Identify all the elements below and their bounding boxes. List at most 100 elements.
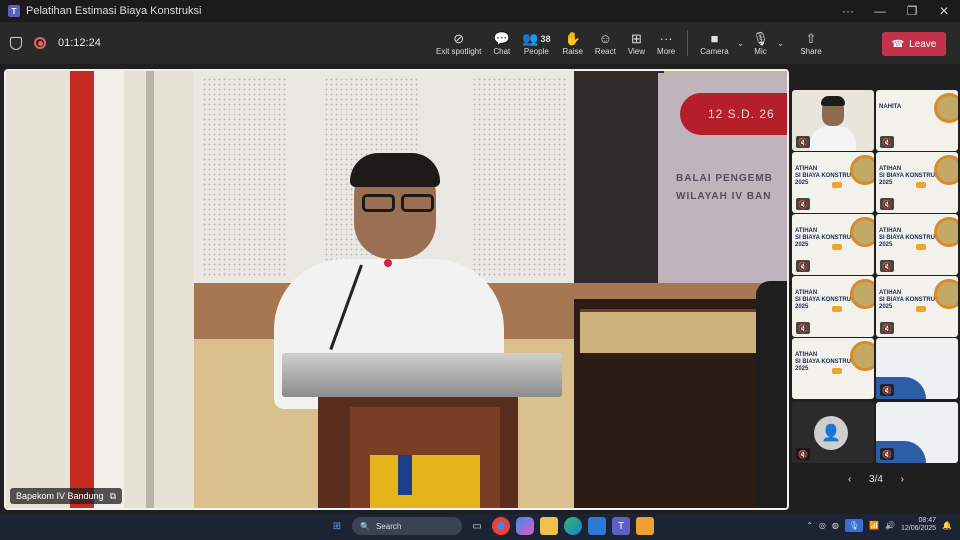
people-button[interactable]: 👥 38 People (516, 22, 556, 64)
search-icon: 🔍 (360, 521, 370, 531)
mic-off-icon: 🔇 (796, 198, 810, 210)
file-explorer-icon[interactable] (540, 517, 558, 535)
participant-tile[interactable]: ATIHAN SI BIAYA KONSTRUKSI 2025 🔇 (792, 276, 874, 337)
exit-spotlight-button[interactable]: ⊘ Exit spotlight (430, 22, 487, 64)
participant-tile[interactable]: ATIHAN SI BIAYA KONSTRUKSI 2025 🔇 (876, 152, 958, 213)
raise-hand-button[interactable]: ✋ Raise (556, 22, 588, 64)
speaker-name: Bapekom IV Bandung (16, 491, 104, 501)
window-title: Pelatihan Estimasi Biaya Konstruksi (26, 5, 202, 17)
speaker-video-feed: 12 S.D. 26 BALAI PENGEMB WILAYAH IV BAN (6, 71, 787, 508)
participant-tile[interactable]: 👤 🔇 (792, 402, 874, 463)
banner-line-2: WILAYAH IV BAN (676, 191, 772, 202)
raise-label: Raise (562, 46, 583, 56)
microphone-icon: 🎙 (752, 30, 769, 46)
tray-app-icon[interactable]: ◎ (819, 521, 826, 530)
window-titlebar: T Pelatihan Estimasi Biaya Konstruksi ··… (0, 0, 960, 22)
minimize-button[interactable]: — (864, 0, 896, 22)
mic-off-icon: 🔇 (880, 322, 894, 334)
taskbar-clock[interactable]: 08:47 12/06/2025 (901, 517, 936, 533)
flag-white-stripe (94, 71, 124, 508)
task-view-icon[interactable]: ▭ (468, 517, 486, 535)
teams-taskbar-icon[interactable]: T (612, 517, 630, 535)
slide-year: 2025 (795, 242, 809, 248)
teams-app-icon: T (8, 5, 20, 17)
mic-off-icon: 🔇 (796, 136, 810, 148)
more-button[interactable]: ··· More (651, 22, 681, 64)
participant-tile[interactable]: NAHITA 🔇 (876, 90, 958, 151)
toolbar-divider (687, 30, 689, 56)
camera-icon: ■ (710, 30, 719, 46)
recording-icon (34, 37, 46, 49)
pin-icon[interactable]: ⧉ (110, 491, 116, 502)
participant-tile[interactable]: ATIHAN SI BIAYA KONSTRUKSI 2025 (792, 338, 874, 399)
more-label: More (657, 46, 676, 56)
share-button[interactable]: ⇧ Share (794, 22, 827, 64)
mic-off-icon: 🔇 (880, 198, 894, 210)
window-controls: ··· — ❐ ✕ (832, 0, 960, 22)
meeting-control-bar: 01:12:24 ⊘ Exit spotlight 💬 Chat 👥 38 Peo… (0, 22, 960, 64)
mic-button[interactable]: 🎙 Mic (746, 22, 775, 64)
notification-bell-icon[interactable]: 🔔 (942, 521, 952, 530)
restore-button[interactable]: ❐ (896, 0, 928, 22)
participant-tile[interactable]: 🔇 (876, 338, 958, 399)
edge-icon[interactable] (564, 517, 582, 535)
participant-tile[interactable]: ATIHAN SI BIAYA KONSTRUKSI 2025 🔇 (792, 152, 874, 213)
slide-title: ATIHAN (795, 290, 818, 296)
system-tray: ⌃ ◎ ◍ 🎙 📶 🔊 08:47 12/06/2025 🔔 (806, 517, 952, 533)
close-button[interactable]: ✕ (928, 0, 960, 22)
banner-line-1: BALAI PENGEMB (676, 173, 773, 184)
leave-button[interactable]: ☎ Leave (882, 32, 946, 56)
copilot-icon[interactable] (516, 517, 534, 535)
slide-year: 2025 (879, 304, 893, 310)
smiley-icon: ☺ (598, 30, 613, 46)
slide-title: ATIHAN (879, 166, 902, 172)
speaker-name-tag: Bapekom IV Bandung ⧉ (10, 488, 122, 504)
slide-title: ATIHAN (795, 228, 818, 234)
participant-tile[interactable]: 🔇 (876, 402, 958, 463)
shield-icon[interactable] (10, 36, 22, 50)
participant-tile[interactable]: ATIHAN SI BIAYA KONSTRUKSI 2025 🔇 (792, 214, 874, 275)
slide-year: 2025 (795, 366, 809, 372)
banner-date: 12 S.D. 26 (680, 93, 787, 135)
camera-options-chevron-icon[interactable]: ⌄ (737, 38, 745, 49)
share-label: Share (800, 46, 822, 56)
camera-label: Camera (700, 46, 729, 56)
mic-label: Mic (754, 46, 767, 56)
view-label: View (627, 46, 646, 56)
start-icon[interactable]: ⊞ (328, 517, 346, 535)
windows-taskbar: ⊞ 🔍 Search ▭ T ⌃ ◎ ◍ 🎙 📶 🔊 08:47 12/06/2… (0, 514, 960, 540)
ellipsis-icon: ··· (659, 30, 673, 46)
phone-hangup-icon: ☎ (891, 38, 905, 50)
react-button[interactable]: ☺ React (589, 22, 622, 64)
tray-overflow-chevron-icon[interactable]: ⌃ (806, 521, 813, 530)
clock-date: 12/06/2025 (900, 525, 937, 532)
mic-off-icon: 🔇 (880, 260, 894, 272)
spotlight-video[interactable]: 12 S.D. 26 BALAI PENGEMB WILAYAH IV BAN … (4, 69, 789, 510)
media-player-icon[interactable] (636, 517, 654, 535)
meeting-toolbar: ⊘ Exit spotlight 💬 Chat 👥 38 People ✋ Rai… (430, 22, 828, 64)
meeting-timer: 01:12:24 (58, 37, 101, 49)
network-icon[interactable]: ◍ (832, 521, 839, 530)
chevron-left-icon[interactable]: ‹ (848, 474, 851, 485)
backdrop-banner: 12 S.D. 26 BALAI PENGEMB WILAYAH IV BAN (658, 73, 787, 283)
chat-button[interactable]: 💬 Chat (487, 22, 516, 64)
slide-title: ATIHAN (879, 228, 902, 234)
store-icon[interactable] (588, 517, 606, 535)
taskbar-search[interactable]: 🔍 Search (352, 517, 462, 535)
participant-tile[interactable]: 🔇 (792, 90, 874, 151)
wifi-icon[interactable]: 📶 (869, 521, 879, 530)
camera-button[interactable]: ■ Camera (694, 22, 734, 64)
lectern-top (282, 353, 562, 397)
volume-icon[interactable]: 🔊 (885, 521, 895, 530)
search-placeholder: Search (375, 521, 402, 531)
view-button[interactable]: ⊞ View (622, 22, 651, 64)
more-options-icon[interactable]: ··· (832, 0, 864, 22)
chrome-icon[interactable] (492, 517, 510, 535)
people-count: 38 (540, 33, 551, 44)
participant-tile[interactable]: ATIHAN SI BIAYA KONSTRUKSI 2025 🔇 (876, 214, 958, 275)
participant-tile[interactable]: ATIHAN SI BIAYA KONSTRUKSI 2025 🔇 (876, 276, 958, 337)
slide-title: ATIHAN (879, 290, 902, 296)
mic-options-chevron-icon[interactable]: ⌄ (777, 38, 785, 49)
mic-in-use-icon[interactable]: 🎙 (844, 518, 864, 532)
chevron-right-icon[interactable]: › (901, 474, 904, 485)
